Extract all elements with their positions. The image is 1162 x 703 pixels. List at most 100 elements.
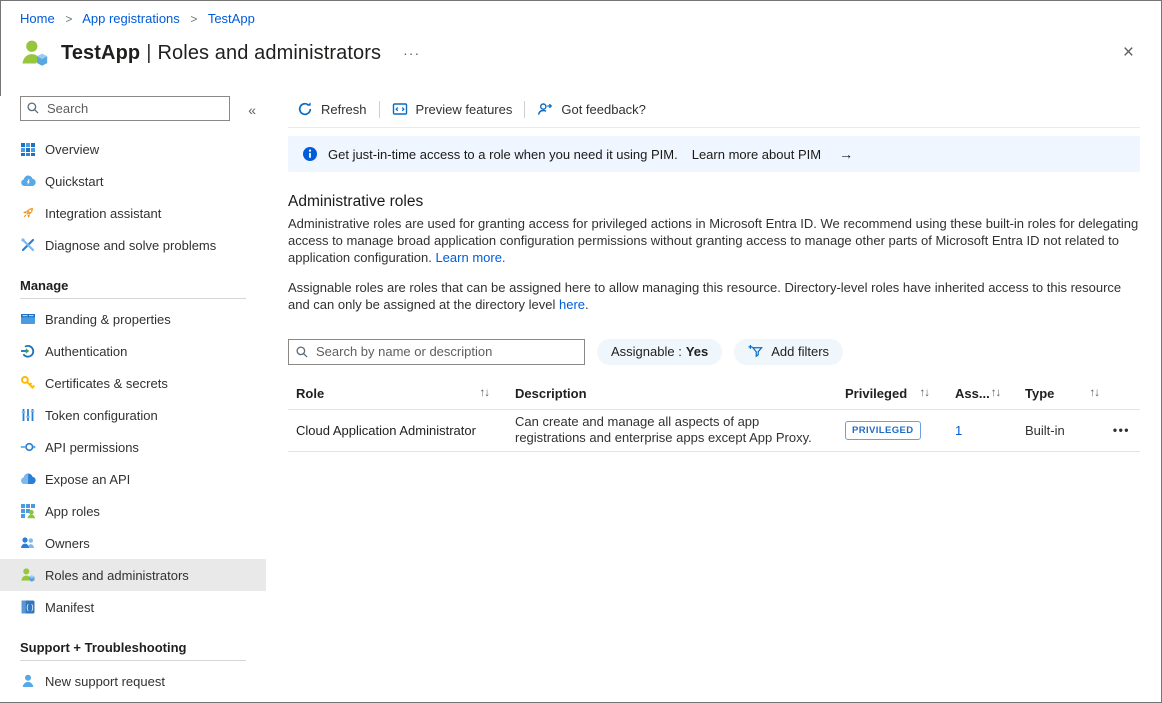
got-feedback-button[interactable]: Got feedback? (537, 101, 646, 117)
quickstart-icon (20, 173, 36, 189)
app-roles-icon (20, 503, 36, 519)
sidebar-item-quickstart[interactable]: Quickstart (0, 165, 266, 197)
add-filter-icon (748, 344, 764, 360)
sidebar-item-label: Integration assistant (45, 206, 161, 221)
tools-icon (20, 237, 36, 253)
branding-icon (20, 311, 36, 327)
column-header-description[interactable]: Description (515, 386, 845, 401)
add-filters-label: Add filters (771, 344, 829, 359)
privileged-cell: PRIVILEGED (845, 421, 955, 440)
preview-features-label: Preview features (416, 102, 513, 117)
sidebar-item-branding-properties[interactable]: Branding & properties (0, 303, 266, 335)
filter-row: Assignable : Yes Add filters (288, 339, 1140, 365)
table-row[interactable]: Cloud Application Administrator Can crea… (288, 410, 1140, 452)
breadcrumb-separator: > (65, 12, 72, 26)
sort-icon[interactable]: ↑↓ (991, 387, 1001, 399)
sidebar-item-label: Authentication (45, 344, 127, 359)
sort-icon[interactable]: ↑↓ (1090, 387, 1100, 399)
sidebar-section-support: Support + Troubleshooting (0, 636, 266, 658)
search-icon (295, 345, 309, 362)
collapse-sidebar-icon[interactable]: « (248, 102, 256, 118)
sidebar-item-diagnose[interactable]: Diagnose and solve problems (0, 229, 266, 261)
breadcrumb-separator: > (190, 12, 197, 26)
learn-more-link[interactable]: Learn more. (435, 250, 505, 265)
sidebar-item-token-configuration[interactable]: Token configuration (0, 399, 266, 431)
feedback-icon (537, 101, 553, 117)
sidebar-item-label: Certificates & secrets (45, 376, 168, 391)
breadcrumb-app-registrations[interactable]: App registrations (82, 11, 180, 26)
page-title-bar: TestApp|Roles and administrators ··· (20, 38, 424, 68)
sidebar-nav: Overview Quickstart Integration assistan… (0, 133, 266, 697)
assignable-filter-label: Assignable : (611, 344, 682, 359)
banner-link[interactable]: Learn more about PIM (692, 147, 821, 162)
preview-features-icon (392, 101, 408, 117)
toolbar-divider (524, 101, 525, 118)
role-name-cell[interactable]: Cloud Application Administrator (288, 423, 515, 438)
refresh-button[interactable]: Refresh (297, 101, 367, 117)
column-header-privileged[interactable]: Privileged↑↓ (845, 386, 955, 401)
cloud-icon (20, 471, 36, 487)
sort-icon[interactable]: ↑↓ (480, 387, 490, 399)
breadcrumb: Home > App registrations > TestApp (20, 11, 255, 26)
sidebar-item-label: API permissions (45, 440, 139, 455)
toolbar-divider (379, 101, 380, 118)
role-description-cell: Can create and manage all aspects of app… (515, 414, 845, 446)
authentication-icon (20, 343, 36, 359)
rocket-icon (20, 205, 36, 221)
sidebar-item-overview[interactable]: Overview (0, 133, 266, 165)
role-search-input[interactable] (288, 339, 585, 365)
type-cell: Built-in (1025, 423, 1105, 438)
sidebar-item-label: Diagnose and solve problems (45, 238, 216, 253)
roles-administrators-app-icon (20, 38, 50, 68)
page-title: TestApp|Roles and administrators (61, 42, 381, 65)
banner-text: Get just-in-time access to a role when y… (328, 147, 678, 162)
pim-info-banner[interactable]: Get just-in-time access to a role when y… (288, 136, 1140, 172)
page: Home > App registrations > TestApp TestA… (0, 0, 1162, 703)
overview-icon (20, 141, 36, 157)
assignable-filter-pill[interactable]: Assignable : Yes (597, 339, 722, 365)
arrow-right-icon[interactable]: → (839, 146, 853, 162)
manifest-icon: () (20, 599, 36, 615)
sidebar-item-roles-and-administrators[interactable]: Roles and administrators (0, 559, 266, 591)
here-link[interactable]: here (559, 297, 585, 312)
api-permissions-icon (20, 439, 36, 455)
sidebar-item-new-support-request[interactable]: New support request (0, 665, 266, 697)
sidebar-item-integration-assistant[interactable]: Integration assistant (0, 197, 266, 229)
sidebar-item-expose-api[interactable]: Expose an API (0, 463, 266, 495)
sidebar-item-label: Overview (45, 142, 99, 157)
sidebar-item-label: App roles (45, 504, 100, 519)
assignments-count-link[interactable]: 1 (955, 423, 962, 438)
column-header-type[interactable]: Type↑↓ (1025, 386, 1105, 401)
sidebar-item-label: Branding & properties (45, 312, 171, 327)
add-filters-button[interactable]: Add filters (734, 339, 843, 365)
sidebar: « Overview Quickstart Integration assist… (0, 96, 266, 702)
got-feedback-label: Got feedback? (561, 102, 646, 117)
column-header-role[interactable]: Role↑↓ (288, 386, 515, 401)
divider (288, 127, 1140, 128)
breadcrumb-home[interactable]: Home (20, 11, 55, 26)
close-icon[interactable]: × (1123, 43, 1134, 62)
breadcrumb-testapp[interactable]: TestApp (208, 11, 255, 26)
sidebar-item-label: Owners (45, 536, 90, 551)
preview-features-button[interactable]: Preview features (392, 101, 513, 117)
key-icon (20, 375, 36, 391)
title-more-options-button[interactable]: ··· (399, 43, 424, 63)
admin-roles-description: Administrative roles are used for granti… (288, 216, 1140, 266)
sidebar-item-manifest[interactable]: () Manifest (0, 591, 266, 623)
command-bar: Refresh Preview features Got feedback? (288, 96, 1140, 122)
refresh-icon (297, 101, 313, 117)
sort-icon[interactable]: ↑↓ (920, 387, 930, 399)
column-header-assignments[interactable]: Ass...↑↓ (955, 386, 1025, 401)
svg-text:(): () (25, 603, 35, 612)
sidebar-search-input[interactable] (20, 96, 230, 121)
sidebar-item-certificates-secrets[interactable]: Certificates & secrets (0, 367, 266, 399)
section-heading: Administrative roles (288, 193, 1140, 211)
sidebar-item-authentication[interactable]: Authentication (0, 335, 266, 367)
sidebar-item-api-permissions[interactable]: API permissions (0, 431, 266, 463)
privileged-badge: PRIVILEGED (845, 421, 921, 440)
sidebar-item-app-roles[interactable]: App roles (0, 495, 266, 527)
sidebar-item-owners[interactable]: Owners (0, 527, 266, 559)
divider (20, 298, 246, 299)
roles-administrators-icon (20, 567, 36, 583)
row-more-options-icon[interactable]: ••• (1105, 423, 1140, 437)
